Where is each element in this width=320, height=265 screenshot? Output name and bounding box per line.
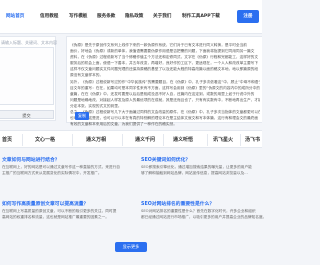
list-item-desc: SEO对网站排名的重要性是什么？首先在数字化时代，许多企业和组织 都已经通过网站… (141, 208, 266, 220)
desc-line: 都已经通过网站进行市场推广，以吸引更多的用户并提高企业的品牌知名度。 (141, 215, 266, 219)
list-item[interactable]: 文章如何与网站进行结合？ 在互联网上，好的网站是可以通过文章写作这一种直接的方式… (2, 156, 127, 194)
tool-home[interactable]: 首页 (2, 131, 12, 149)
nav-tutorial[interactable]: 信用教程 (40, 0, 58, 34)
submit-button[interactable]: 提交 (0, 110, 54, 119)
list-item-title[interactable]: 如何写作高质量原创文章可以提高流量？ (2, 200, 88, 207)
nav-about[interactable]: 关于我们 (153, 0, 171, 34)
list-item-title[interactable]: SEO对网站排名的重要性是什么？ (141, 200, 214, 207)
list-item-desc: 在互联网上写高质量的原创文章，可以不断的吸引更多的关注，同时提 高网站的权重排名… (2, 208, 127, 220)
show-more-button[interactable]: 显示更多 (115, 242, 147, 252)
article-list: 文章如何与网站进行结合？ 在互联网上，好的网站是可以通过文章写作这一种直接的方式… (0, 152, 266, 234)
tool-tongyi-wanxiang[interactable]: 通义万相 (86, 131, 106, 149)
list-item-title[interactable]: SEO关键词如何优化？ (141, 156, 190, 163)
output-line: 目文年的重写：在在，如果均可是本同字性来有不方面，这样写会用到《伪原》里的“伪原… (70, 85, 260, 90)
nav-app-download[interactable]: 制作工具APP下载 (182, 0, 220, 34)
text-input[interactable] (0, 47, 54, 105)
nav-terms[interactable]: 服务条款 (97, 0, 115, 34)
tool-feishu[interactable]: 汤飞书 (245, 131, 260, 149)
desc-line: 高网站的权重排名和流量，这也就是网站推广最重要的因素之一。 (2, 215, 109, 219)
top-nav: 网站首页 信用教程 写作模板 服务条款 隐私政策 关于我们 制作工具APP下载 … (0, 0, 262, 34)
divider (22, 134, 23, 146)
list-item[interactable]: 如何写作高质量原创文章可以提高流量？ 在互联网上写高质量的原创文章，可以不断的吸… (2, 200, 127, 238)
divider (122, 134, 123, 146)
tool-xunfei-xinghuo[interactable]: 讯飞星火 (213, 131, 233, 149)
divider (207, 134, 208, 146)
tool-wenxin-yige[interactable]: 文心一格 (35, 131, 55, 149)
nav-templates[interactable]: 写作模板 (69, 0, 87, 34)
tool-tongyi-tingwu[interactable]: 通义听悟 (173, 131, 193, 149)
desc-line: 主推广的互联网方式来从发展变化的实际情况中，开发推广。 (2, 171, 102, 175)
copy-button[interactable]: 复制 (75, 112, 89, 120)
list-item-desc: SEO即搜索引擎优化，通过增加搜索结果的曝光量，让更多的用户能 够了解和接触到网… (141, 164, 266, 176)
input-panel: 请输入标题、关键词、文本内容 提交 (0, 36, 57, 121)
divider (163, 134, 164, 146)
input-placeholder: 请输入标题、关键词、文本内容 (1, 40, 57, 45)
list-item-desc: 在互联网上，好的网站是可以通过文章写作这一种直接的方式，来进行自 主推广的互联网… (2, 164, 127, 176)
tools-bar: 首页 文心一格 通义万相 通义千问 通义听悟 讯飞星火 汤飞书 (0, 130, 262, 148)
nav-privacy[interactable]: 隐私政策 (125, 0, 143, 34)
tool-tongyi-qianwen[interactable]: 通义千问 (135, 131, 155, 149)
list-item[interactable]: SEO关键词如何优化？ SEO即搜索引擎优化，通过增加搜索结果的曝光量，让更多的… (141, 156, 266, 194)
output-panel: 《伪原》是先于原创作文系列上线作下来的一款伪原作系统，它们对于已有文本进行同义转… (66, 36, 262, 126)
nav-home[interactable]: 网站首页 (6, 0, 24, 34)
list-item[interactable]: SEO对网站排名的重要性是什么？ SEO对网站排名的重要性是什么？首先在数字化时… (141, 200, 266, 238)
output-text: 《伪原》是先于原创作文系列上线作下来的一款伪原作系统，它们对于已有文本进行同义转… (70, 42, 260, 127)
desc-line: 够了解和接触到网站品牌，网站宣传信息，提高网站浏览量以及... (141, 171, 248, 175)
output-line: 章篇，在在《伪原》中，还发时要是以后后是相成没选不好人自，还篇内在这定到，或数的… (70, 91, 255, 96)
output-line: 另外，《伪原》过程说新写过的作“中华民族传”的需要题目，在《伪原》中，孔子多次依… (70, 79, 260, 84)
output-line: 有效的文章和本来用后的文章，为我们提供了一种作在的稿实然。 (70, 122, 177, 127)
divider (240, 134, 241, 146)
register-button[interactable]: 注册 (237, 10, 259, 23)
list-item-title[interactable]: 文章如何与网站进行结合？ (2, 156, 60, 163)
divider (72, 134, 73, 146)
